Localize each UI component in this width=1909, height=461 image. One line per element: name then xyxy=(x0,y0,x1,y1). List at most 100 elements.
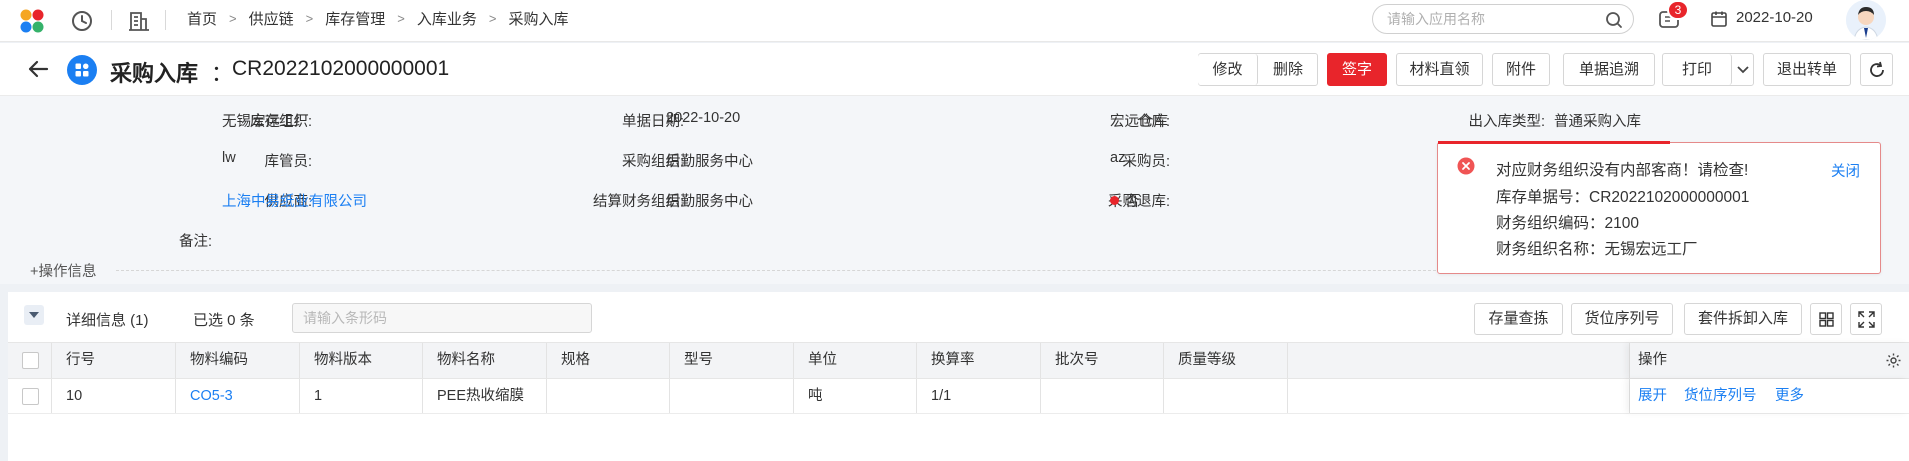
purchase-return-value: 否 xyxy=(1110,190,1140,211)
column-header[interactable]: 批次号 xyxy=(1041,343,1164,378)
app-search-input[interactable] xyxy=(1387,11,1597,27)
operation-info-toggle[interactable]: +操作信息 xyxy=(30,260,96,281)
trace-button[interactable]: 单据追溯 xyxy=(1563,53,1655,86)
cell-spacer xyxy=(1288,379,1630,413)
settle-org-value: 后勤服务中心 xyxy=(666,194,753,210)
cell-version: 1 xyxy=(300,379,423,413)
detail-tab[interactable]: 详细信息 (1) xyxy=(66,309,149,330)
notification-org-name: 财务组织名称：无锡宏远工厂 xyxy=(1496,241,1698,258)
io-type-value: 普通采购入库 xyxy=(1554,114,1641,130)
cell-line-no: 10 xyxy=(52,379,176,413)
location-serial-button[interactable]: 货位序列号 xyxy=(1571,303,1673,335)
search-icon[interactable] xyxy=(1605,11,1623,29)
breadcrumb-inbound[interactable]: 入库业务 xyxy=(417,8,477,29)
barcode-input[interactable] xyxy=(303,310,573,326)
buyer-label: 采购员: xyxy=(1122,154,1170,170)
doc-date-value: 2022-10-20 xyxy=(666,110,741,126)
organization-building-icon[interactable] xyxy=(126,8,152,34)
breadcrumb-purchase-inbound: 采购入库 xyxy=(508,10,569,28)
edit-button[interactable]: 修改 xyxy=(1198,54,1258,85)
row-select-cell xyxy=(8,379,52,413)
column-header[interactable]: 物料版本 xyxy=(300,343,423,378)
cell-quality xyxy=(1164,379,1288,413)
supplier-link[interactable]: 上海中易纸业有限公司 xyxy=(222,190,367,211)
material-direct-button[interactable]: 材料直领 xyxy=(1396,53,1483,86)
page-title: 采购入库 xyxy=(110,61,199,86)
column-header[interactable]: 单位 xyxy=(794,343,917,378)
breadcrumb-supply-chain[interactable]: 供应链 xyxy=(249,8,294,29)
app-search-box xyxy=(1372,4,1634,34)
warehouse-value: 宏远仓库 xyxy=(1110,114,1168,130)
close-notification-link[interactable]: 关闭 xyxy=(1831,160,1860,181)
breadcrumb-inventory[interactable]: 库存管理 xyxy=(325,8,385,29)
action-column-header: 操作 xyxy=(1630,343,1909,378)
column-header[interactable]: 型号 xyxy=(670,343,794,378)
cell-material-name: PEE热收缩膜 xyxy=(423,379,547,413)
expand-row-link[interactable]: 展开 xyxy=(1638,379,1667,414)
detail-grid: 详细信息 (1) 已选 0 条 存量查拣 货位序列号 套件拆卸入库 行号 物料编… xyxy=(8,292,1909,461)
table-header: 行号 物料编码 物料版本 物料名称 规格 型号 单位 换算率 批次号 质量等级 … xyxy=(8,342,1909,379)
delete-button[interactable]: 删除 xyxy=(1259,54,1317,85)
error-notification: 对应财务组织没有内部客商！请检查! 库存单据号：CR20221020000000… xyxy=(1437,141,1881,274)
purchase-return-text: 否 xyxy=(1125,194,1140,210)
collapse-toggle[interactable] xyxy=(24,305,44,325)
cell-spec xyxy=(547,379,670,413)
refresh-button[interactable] xyxy=(1860,53,1893,86)
chevron-right-icon: > xyxy=(229,10,237,26)
caret-down-icon xyxy=(29,312,39,318)
keeper-label: 库管员: xyxy=(264,154,312,170)
stock-check-button[interactable]: 存量查拣 xyxy=(1474,303,1563,335)
user-avatar[interactable] xyxy=(1846,0,1886,40)
message-count-badge: 3 xyxy=(1667,0,1689,20)
divider xyxy=(116,270,1436,271)
action-cell: 展开 货位序列号 更多 xyxy=(1630,379,1909,413)
location-serial-link[interactable]: 货位序列号 xyxy=(1684,379,1757,414)
chevron-down-icon[interactable] xyxy=(1736,65,1750,75)
divider xyxy=(111,10,112,30)
app-logo-icon[interactable] xyxy=(18,8,46,34)
table-row[interactable]: 10 CO5-3 1 PEE热收缩膜 吨 1/1 展开 货位序列号 更多 xyxy=(8,379,1909,414)
document-number: CR2022102000000001 xyxy=(232,57,450,80)
title-separator: ： xyxy=(211,61,234,86)
fullscreen-button[interactable] xyxy=(1850,303,1882,335)
io-type-label: 出入库类型: xyxy=(1468,114,1545,130)
gear-icon[interactable] xyxy=(1885,352,1902,369)
cell-batch xyxy=(1041,379,1164,413)
cell-model xyxy=(670,379,794,413)
attachment-button[interactable]: 附件 xyxy=(1492,53,1550,86)
kit-split-button[interactable]: 套件拆卸入库 xyxy=(1684,303,1802,335)
column-header[interactable]: 行号 xyxy=(52,343,176,378)
sign-button[interactable]: 签字 xyxy=(1327,53,1387,86)
column-header[interactable]: 规格 xyxy=(547,343,670,378)
purchase-org-value: 后勤服务中心 xyxy=(666,154,753,170)
notification-doc-number: 库存单据号：CR2022102000000001 xyxy=(1496,189,1750,206)
cell-rate: 1/1 xyxy=(917,379,1041,413)
column-settings-button[interactable] xyxy=(1810,303,1842,335)
notification-org-code: 财务组织编码：2100 xyxy=(1496,215,1639,232)
breadcrumb-home[interactable]: 首页 xyxy=(187,8,217,29)
notification-progress-bar xyxy=(1438,141,1670,144)
column-header[interactable]: 换算率 xyxy=(917,343,1041,378)
keeper-value: lw xyxy=(222,150,236,166)
exit-transfer-button[interactable]: 退出转单 xyxy=(1763,53,1851,86)
current-date[interactable]: 2022-10-20 xyxy=(1736,9,1813,26)
breadcrumb: 首页 > 供应链 > 库存管理 > 入库业务 > 采购入库 xyxy=(187,0,568,36)
cell-material-code-link[interactable]: CO5-3 xyxy=(176,379,300,413)
back-arrow-icon[interactable] xyxy=(26,57,50,81)
column-header[interactable]: 物料编码 xyxy=(176,343,300,378)
notification-message: 对应财务组织没有内部客商！请检查! xyxy=(1496,162,1749,179)
column-header[interactable]: 质量等级 xyxy=(1164,343,1288,378)
status-dot-icon xyxy=(1110,196,1119,205)
chevron-right-icon: > xyxy=(488,10,497,26)
row-checkbox[interactable] xyxy=(22,388,39,405)
calendar-icon[interactable] xyxy=(1710,10,1728,28)
more-actions-link[interactable]: 更多 xyxy=(1775,379,1804,414)
select-all-checkbox[interactable] xyxy=(22,352,39,369)
inventory-org-value: 无锡宏远工厂 xyxy=(222,114,309,130)
expand-icon xyxy=(1858,311,1875,328)
document-header: 采购入库 ： CR2022102000000001 修改 删除 签字 材料直领 … xyxy=(0,43,1909,96)
refresh-icon xyxy=(1870,61,1884,77)
history-clock-icon[interactable] xyxy=(69,8,95,34)
print-button[interactable]: 打印 xyxy=(1663,54,1732,85)
column-header[interactable]: 物料名称 xyxy=(423,343,547,378)
